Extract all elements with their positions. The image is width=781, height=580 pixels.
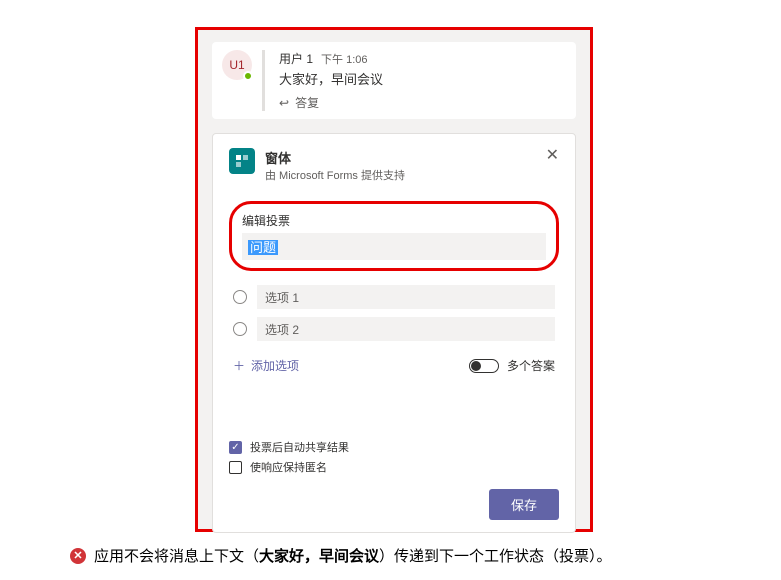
- caption-pre: 应用不会将消息上下文（: [94, 548, 259, 565]
- forms-icon: [229, 148, 255, 174]
- multi-answer-label: 多个答案: [507, 357, 555, 374]
- reply-label: 答复: [295, 94, 319, 111]
- presence-icon: [243, 71, 253, 81]
- share-results-label: 投票后自动共享结果: [250, 439, 349, 455]
- toggle-knob-icon: [471, 361, 481, 371]
- poll-card: 窗体 由 Microsoft Forms 提供支持 ✕ 编辑投票 问题 ＋: [212, 133, 576, 533]
- screenshot-frame: U1 用户 1 下午 1:06 大家好，早间会议 ↩ 答复 窗体 由 Micro…: [195, 27, 593, 532]
- radio-icon[interactable]: [233, 290, 247, 304]
- add-option-button[interactable]: ＋ 添加选项: [233, 357, 299, 374]
- caption-bold: 大家好，早间会议: [259, 548, 379, 565]
- avatar-initials: U1: [229, 58, 244, 72]
- reply-button[interactable]: ↩ 答复: [279, 94, 566, 111]
- caption-post: ）传递到下一个工作状态（投票）。: [379, 548, 612, 565]
- poll-app-subtitle: 由 Microsoft Forms 提供支持: [265, 167, 405, 183]
- caption: ✕ 应用不会将消息上下文（大家好，早间会议）传递到下一个工作状态（投票）。: [70, 545, 612, 566]
- plus-icon: ＋: [233, 357, 245, 374]
- avatar: U1: [222, 50, 252, 80]
- message-text: 大家好，早间会议: [279, 69, 566, 88]
- option-input-1[interactable]: [257, 285, 555, 309]
- close-icon[interactable]: ✕: [546, 148, 559, 164]
- poll-app-title: 窗体: [265, 148, 405, 167]
- quote-bar: [262, 50, 265, 111]
- save-button[interactable]: 保存: [489, 489, 559, 520]
- option-input-2[interactable]: [257, 317, 555, 341]
- option-row: [233, 317, 555, 341]
- message-time: 下午 1:06: [321, 51, 367, 67]
- anonymous-label: 使响应保持匿名: [250, 459, 327, 475]
- anonymous-checkbox[interactable]: [229, 461, 242, 474]
- edit-poll-highlight: 编辑投票 问题: [229, 201, 559, 271]
- question-value: 问题: [248, 240, 278, 255]
- add-option-label: 添加选项: [251, 357, 299, 374]
- error-icon: ✕: [70, 548, 86, 564]
- message-user: 用户 1: [279, 50, 313, 67]
- radio-icon[interactable]: [233, 322, 247, 336]
- edit-poll-label: 编辑投票: [242, 212, 546, 229]
- share-results-checkbox[interactable]: ✓: [229, 441, 242, 454]
- chat-message: U1 用户 1 下午 1:06 大家好，早间会议 ↩ 答复: [212, 42, 576, 119]
- reply-icon: ↩: [279, 96, 289, 110]
- multi-answer-toggle[interactable]: [469, 359, 499, 373]
- question-input[interactable]: 问题: [242, 233, 546, 260]
- option-row: [233, 285, 555, 309]
